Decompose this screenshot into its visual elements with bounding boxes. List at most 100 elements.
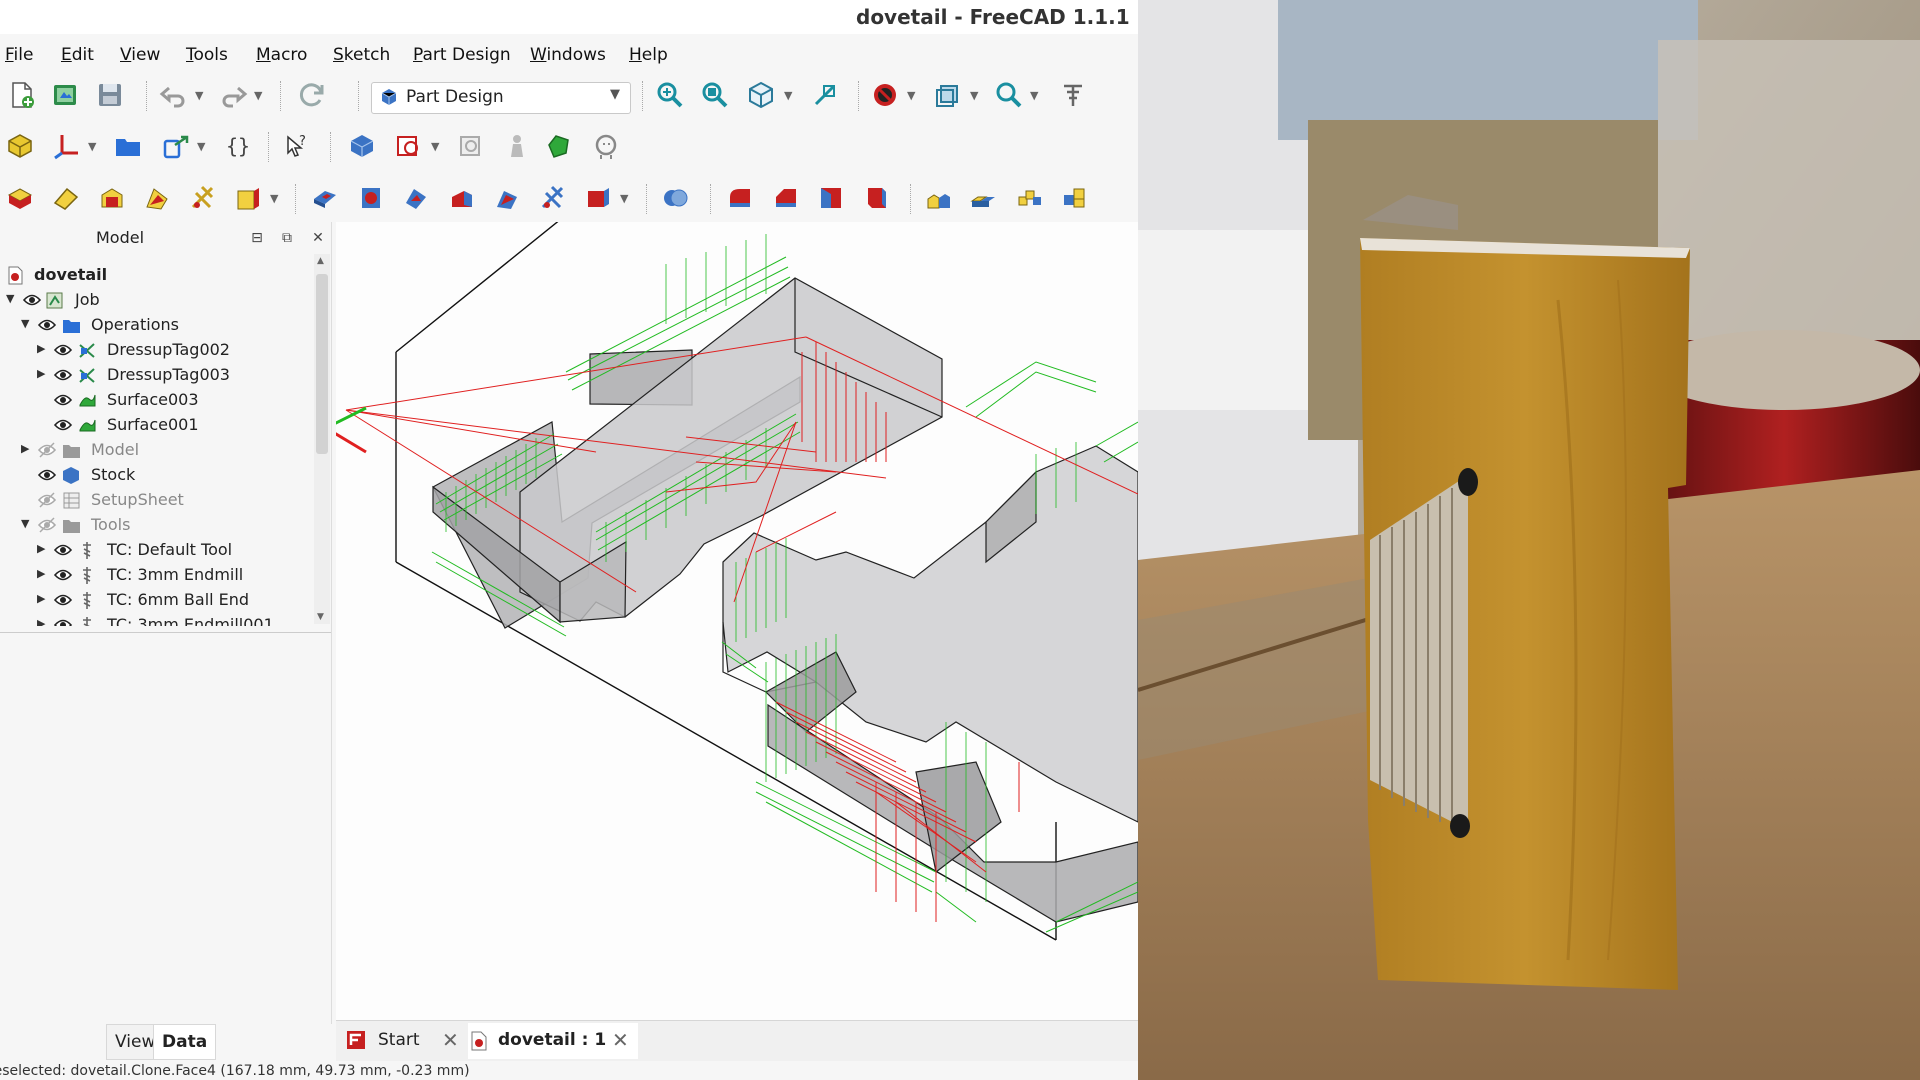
chamfer-icon[interactable] xyxy=(770,182,802,214)
tree-item-surface001[interactable]: Surface001 xyxy=(0,413,314,438)
fit-all-icon[interactable] xyxy=(654,79,686,111)
draft-icon[interactable] xyxy=(815,182,847,214)
scrollbar-thumb[interactable] xyxy=(316,274,328,454)
polar-pattern-icon[interactable] xyxy=(1014,182,1046,214)
new-sketch-icon[interactable] xyxy=(393,130,425,162)
tree-item-surface003[interactable]: Surface003 xyxy=(0,388,314,413)
workbench-selector[interactable]: Part Design ▼ xyxy=(371,82,631,114)
tree-item-model[interactable]: ▶ Model xyxy=(0,438,314,463)
sketch-dropdown-icon[interactable]: ▼ xyxy=(431,140,439,153)
tab-data[interactable]: Data xyxy=(153,1024,217,1060)
collapsed-arrow-icon[interactable]: ▶ xyxy=(37,567,45,580)
tree-item-job[interactable]: ▼ Job xyxy=(0,288,314,313)
panel-collapse-icon[interactable]: ⊟ xyxy=(248,229,266,247)
create-body-icon[interactable] xyxy=(4,130,36,162)
bounding-box-icon[interactable] xyxy=(932,79,964,111)
expanded-arrow-icon[interactable]: ▼ xyxy=(21,517,29,530)
eye-hidden-icon[interactable] xyxy=(38,441,56,459)
mirrored-icon[interactable] xyxy=(923,182,955,214)
draw-style-dropdown-icon[interactable]: ▼ xyxy=(907,89,915,102)
link-icon[interactable] xyxy=(160,130,192,162)
fillet-icon[interactable] xyxy=(724,182,756,214)
eye-icon[interactable] xyxy=(38,316,56,334)
fit-selection-icon[interactable] xyxy=(699,79,731,111)
tree-scrollbar[interactable]: ▲ ▼ xyxy=(314,254,330,624)
eye-icon[interactable] xyxy=(54,366,72,384)
thickness-icon[interactable] xyxy=(861,182,893,214)
new-document-icon[interactable] xyxy=(6,79,38,111)
create-part-icon[interactable] xyxy=(346,130,378,162)
collapsed-arrow-icon[interactable]: ▶ xyxy=(37,542,45,555)
eye-icon[interactable] xyxy=(54,341,72,359)
tree-item-operations[interactable]: ▼ Operations xyxy=(0,313,314,338)
variable-set-icon[interactable]: {} xyxy=(222,130,254,162)
tree-item-dressuptag002[interactable]: ▶ DressupTag002 xyxy=(0,338,314,363)
undo-icon[interactable] xyxy=(158,79,190,111)
datum-dropdown-icon[interactable]: ▼ xyxy=(88,140,96,153)
standard-views-icon[interactable] xyxy=(745,79,777,111)
tree-item-dressuptag003[interactable]: ▶ DressupTag003 xyxy=(0,363,314,388)
bounding-box-dropdown-icon[interactable]: ▼ xyxy=(970,89,978,102)
close-icon[interactable]: ✕ xyxy=(442,1023,459,1057)
validate-sketch-icon[interactable] xyxy=(455,130,487,162)
linear-pattern-icon[interactable] xyxy=(968,182,1000,214)
refresh-icon[interactable] xyxy=(296,79,328,111)
menu-tools[interactable]: Tools xyxy=(186,45,228,65)
open-document-icon[interactable] xyxy=(49,79,81,111)
eye-icon[interactable] xyxy=(54,566,72,584)
eye-hidden-icon[interactable] xyxy=(38,491,56,509)
tree-item-setupsheet[interactable]: SetupSheet xyxy=(0,488,314,513)
zoom-dropdown-icon[interactable]: ▼ xyxy=(1030,89,1038,102)
subtractive-primitive-dropdown-icon[interactable]: ▼ xyxy=(620,192,628,205)
pocket-icon[interactable] xyxy=(309,182,341,214)
menu-help[interactable]: Help xyxy=(629,45,668,65)
multitransform-icon[interactable] xyxy=(1059,182,1091,214)
tree-item-tools[interactable]: ▼ Tools xyxy=(0,513,314,538)
collapsed-arrow-icon[interactable]: ▶ xyxy=(37,367,45,380)
groove-icon[interactable] xyxy=(400,182,432,214)
subtractive-loft-icon[interactable] xyxy=(446,182,478,214)
subshape-binder-icon[interactable] xyxy=(590,130,622,162)
menu-macro[interactable]: Macro xyxy=(256,45,307,65)
link-dropdown-icon[interactable]: ▼ xyxy=(197,140,205,153)
redo-icon[interactable] xyxy=(217,79,249,111)
save-icon[interactable] xyxy=(94,79,126,111)
draw-style-icon[interactable] xyxy=(869,79,901,111)
menu-part-design[interactable]: Part Design xyxy=(413,45,511,65)
eye-icon[interactable] xyxy=(23,291,41,309)
additive-helix-icon[interactable] xyxy=(187,182,219,214)
subtractive-pipe-icon[interactable] xyxy=(491,182,523,214)
boolean-icon[interactable] xyxy=(659,182,691,214)
menu-windows[interactable]: Windows xyxy=(530,45,606,65)
revolution-icon[interactable] xyxy=(50,182,82,214)
tree-item-tc-6mm-ball-end[interactable]: ▶ TC: 6mm Ball End xyxy=(0,588,314,613)
eye-icon[interactable] xyxy=(54,391,72,409)
whats-this-icon[interactable]: ? xyxy=(281,130,313,162)
collapsed-arrow-icon[interactable]: ▶ xyxy=(37,592,45,605)
hole-icon[interactable] xyxy=(355,182,387,214)
pad-icon[interactable] xyxy=(4,182,36,214)
shape-binder-icon[interactable] xyxy=(543,130,575,162)
3d-viewport[interactable]: z xyxy=(320,31,1138,1020)
toolpath-view[interactable]: z xyxy=(320,31,1138,1020)
standard-views-dropdown-icon[interactable]: ▼ xyxy=(784,89,792,102)
eye-icon[interactable] xyxy=(54,616,72,626)
zoom-icon[interactable] xyxy=(993,79,1025,111)
clone-icon[interactable] xyxy=(501,130,533,162)
eye-hidden-icon[interactable] xyxy=(38,516,56,534)
eye-icon[interactable] xyxy=(54,416,72,434)
collapsed-arrow-icon[interactable]: ▶ xyxy=(37,342,45,355)
additive-loft-icon[interactable] xyxy=(96,182,128,214)
expanded-arrow-icon[interactable]: ▼ xyxy=(21,317,29,330)
collapsed-arrow-icon[interactable]: ▶ xyxy=(37,617,45,626)
menu-edit[interactable]: Edit xyxy=(61,45,94,65)
scroll-up-icon[interactable]: ▲ xyxy=(317,256,324,266)
undo-dropdown-icon[interactable]: ▼ xyxy=(195,89,203,102)
redo-dropdown-icon[interactable]: ▼ xyxy=(254,89,262,102)
datum-icon[interactable] xyxy=(51,130,83,162)
tree-item-dovetail[interactable]: dovetail xyxy=(0,263,314,288)
create-group-icon[interactable] xyxy=(112,130,144,162)
tab-dovetail[interactable]: dovetail : 1 ✕ xyxy=(468,1023,638,1059)
additive-pipe-icon[interactable] xyxy=(141,182,173,214)
clipping-plane-icon[interactable] xyxy=(1057,79,1089,111)
